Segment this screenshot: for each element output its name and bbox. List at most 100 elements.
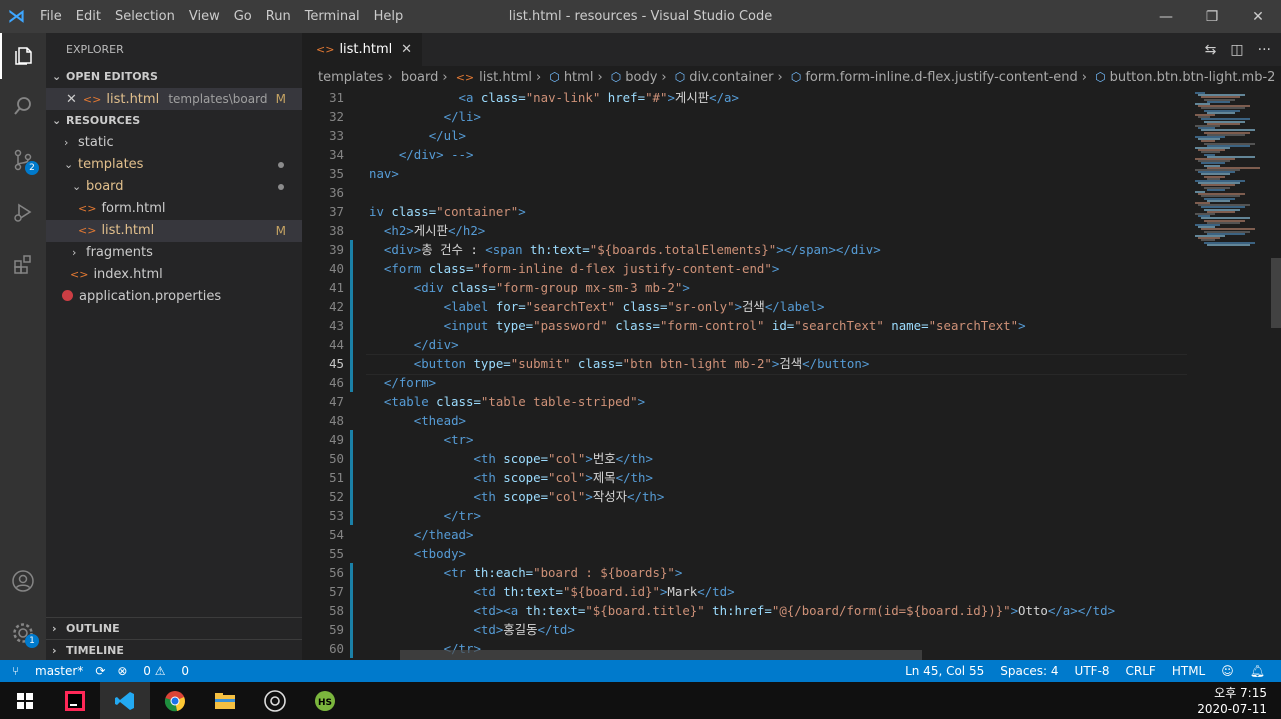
- scrollbar-thumb[interactable]: [1271, 258, 1281, 328]
- code-line[interactable]: 48 <thead>: [302, 411, 1187, 430]
- menu-view[interactable]: View: [182, 9, 227, 24]
- menu-selection[interactable]: Selection: [108, 9, 182, 24]
- code-line[interactable]: 38 <h2>게시판</h2>: [302, 221, 1187, 240]
- code-line[interactable]: 58 <td><a th:text="${board.title}" th:hr…: [302, 601, 1187, 620]
- code-line[interactable]: 55 <tbody>: [302, 544, 1187, 563]
- code-line[interactable]: 49 <tr>: [302, 430, 1187, 449]
- tree-folder-templates[interactable]: ⌄ templates: [46, 154, 302, 176]
- code-line[interactable]: 36: [302, 183, 1187, 202]
- file-explorer-icon[interactable]: [200, 682, 250, 719]
- breadcrumb-item[interactable]: div.container: [689, 70, 773, 85]
- encoding[interactable]: UTF-8: [1075, 664, 1110, 678]
- code-line[interactable]: 39 <div>총 건수 : <span th:text="${boards.t…: [302, 240, 1187, 259]
- language-mode[interactable]: HTML: [1172, 664, 1205, 678]
- more-actions-icon[interactable]: ···: [1258, 42, 1271, 58]
- notifications-bell-icon[interactable]: 🔔︎: [1250, 664, 1265, 678]
- vscode-taskbar-icon[interactable]: [100, 682, 150, 719]
- settings-gear-icon[interactable]: 1: [0, 610, 46, 656]
- restore-icon[interactable]: ❐: [1189, 0, 1235, 33]
- extensions-icon[interactable]: [0, 241, 46, 287]
- breadcrumb-item[interactable]: templates: [318, 70, 383, 85]
- code-line[interactable]: 35 nav>: [302, 164, 1187, 183]
- open-editor-list-html[interactable]: ✕ <> list.html templates\board M: [46, 88, 302, 110]
- minimize-icon[interactable]: —: [1143, 0, 1189, 33]
- close-tab-icon[interactable]: ✕: [401, 42, 412, 57]
- run-debug-icon[interactable]: [0, 189, 46, 235]
- hs-app-icon[interactable]: HS: [300, 682, 350, 719]
- system-clock[interactable]: 오후 7:15 2020-07-11: [1197, 685, 1267, 717]
- app-aperture-icon[interactable]: [250, 682, 300, 719]
- tab-list-html[interactable]: <> list.html ✕: [302, 33, 422, 66]
- breadcrumb-item[interactable]: form.form-inline.d-flex.justify-content-…: [805, 70, 1077, 85]
- close-window-icon[interactable]: ✕: [1235, 0, 1281, 33]
- code-line[interactable]: 53 </tr>: [302, 506, 1187, 525]
- menu-edit[interactable]: Edit: [69, 9, 108, 24]
- tree-file-list-html[interactable]: <> list.html M: [46, 220, 302, 242]
- code-line[interactable]: 57 <td th:text="${board.id}">Mark</td>: [302, 582, 1187, 601]
- code-token: <tbody>: [413, 546, 466, 561]
- resources-header[interactable]: ⌄ RESOURCES: [46, 110, 302, 132]
- split-editor-icon[interactable]: ◫: [1230, 42, 1243, 58]
- source-control-icon[interactable]: 2: [0, 137, 46, 183]
- tree-file-application-properties[interactable]: application.properties: [46, 286, 302, 308]
- code-line[interactable]: 31 <a class="nav-link" href="#">게시판</a>: [302, 88, 1187, 107]
- breadcrumb-item[interactable]: html: [564, 70, 594, 85]
- code-text: <form class="form-inline d-flex justify-…: [369, 259, 779, 278]
- vertical-scrollbar[interactable]: [1267, 88, 1281, 660]
- code-line[interactable]: 34 </div> -->: [302, 145, 1187, 164]
- code-line[interactable]: 44 </div>: [302, 335, 1187, 354]
- chrome-icon[interactable]: [150, 682, 200, 719]
- code-line[interactable]: 54 </thead>: [302, 525, 1187, 544]
- code-line[interactable]: 50 <th scope="col">번호</th>: [302, 449, 1187, 468]
- search-icon[interactable]: [0, 83, 46, 129]
- breadcrumb-item[interactable]: button.btn.btn-light.mb-2: [1110, 70, 1276, 85]
- tree-folder-static[interactable]: › static: [46, 132, 302, 154]
- intellij-icon[interactable]: [50, 682, 100, 719]
- branch-indicator[interactable]: ⑂ master*: [12, 664, 83, 678]
- code-line[interactable]: 45 <button type="submit" class="btn btn-…: [302, 354, 1187, 375]
- tree-folder-fragments[interactable]: › fragments: [46, 242, 302, 264]
- explorer-icon[interactable]: [0, 33, 46, 79]
- cursor-position[interactable]: Ln 45, Col 55: [905, 664, 984, 678]
- menu-run[interactable]: Run: [259, 9, 298, 24]
- code-line[interactable]: 46 </form>: [302, 373, 1187, 392]
- close-icon[interactable]: ✕: [66, 92, 77, 107]
- code-line[interactable]: 47 <table class="table table-striped">: [302, 392, 1187, 411]
- tree-file-form-html[interactable]: <> form.html: [46, 198, 302, 220]
- breadcrumb-item[interactable]: list.html: [479, 70, 532, 85]
- code-line[interactable]: 33 </ul>: [302, 126, 1187, 145]
- code-line[interactable]: 40 <form class="form-inline d-flex justi…: [302, 259, 1187, 278]
- code-line[interactable]: 56 <tr th:each="board : ${boards}">: [302, 563, 1187, 582]
- code-line[interactable]: 42 <label for="searchText" class="sr-onl…: [302, 297, 1187, 316]
- tree-file-index-html[interactable]: <> index.html: [46, 264, 302, 286]
- menu-file[interactable]: File: [33, 9, 69, 24]
- code-line[interactable]: 41 <div class="form-group mx-sm-3 mb-2">: [302, 278, 1187, 297]
- code-token: "sr-only": [667, 299, 735, 314]
- menu-terminal[interactable]: Terminal: [298, 9, 367, 24]
- windows-start-icon[interactable]: [0, 682, 50, 719]
- menu-help[interactable]: Help: [367, 9, 411, 24]
- breadcrumb-item[interactable]: board: [401, 70, 439, 85]
- feedback-icon[interactable]: ☺: [1221, 664, 1234, 678]
- sync-icon[interactable]: ⟳: [95, 664, 105, 678]
- outline-header[interactable]: › OUTLINE: [46, 618, 302, 640]
- code-editor[interactable]: 31 <a class="nav-link" href="#">게시판</a> 3…: [302, 88, 1187, 660]
- menu-go[interactable]: Go: [227, 9, 259, 24]
- code-line[interactable]: 52 <th scope="col">작성자</th>: [302, 487, 1187, 506]
- horizontal-scrollbar[interactable]: [400, 650, 922, 660]
- minimap[interactable]: [1187, 88, 1267, 660]
- accounts-icon[interactable]: [0, 558, 46, 604]
- breadcrumb-item[interactable]: body: [625, 70, 657, 85]
- code-line[interactable]: 59 <td>홍길동</td>: [302, 620, 1187, 639]
- open-editors-header[interactable]: ⌄ OPEN EDITORS: [46, 66, 302, 88]
- line-ending[interactable]: CRLF: [1126, 664, 1156, 678]
- code-line[interactable]: 32 </li>: [302, 107, 1187, 126]
- problems-indicator[interactable]: ⊗ 0 ⚠ 0: [117, 664, 189, 678]
- indentation[interactable]: Spaces: 4: [1000, 664, 1058, 678]
- tree-folder-board[interactable]: ⌄ board: [46, 176, 302, 198]
- code-line[interactable]: 51 <th scope="col">제목</th>: [302, 468, 1187, 487]
- timeline-header[interactable]: › TIMELINE: [46, 640, 302, 662]
- code-line[interactable]: 43 <input type="password" class="form-co…: [302, 316, 1187, 335]
- code-line[interactable]: 37 iv class="container">: [302, 202, 1187, 221]
- open-changes-icon[interactable]: ⇆: [1205, 42, 1217, 58]
